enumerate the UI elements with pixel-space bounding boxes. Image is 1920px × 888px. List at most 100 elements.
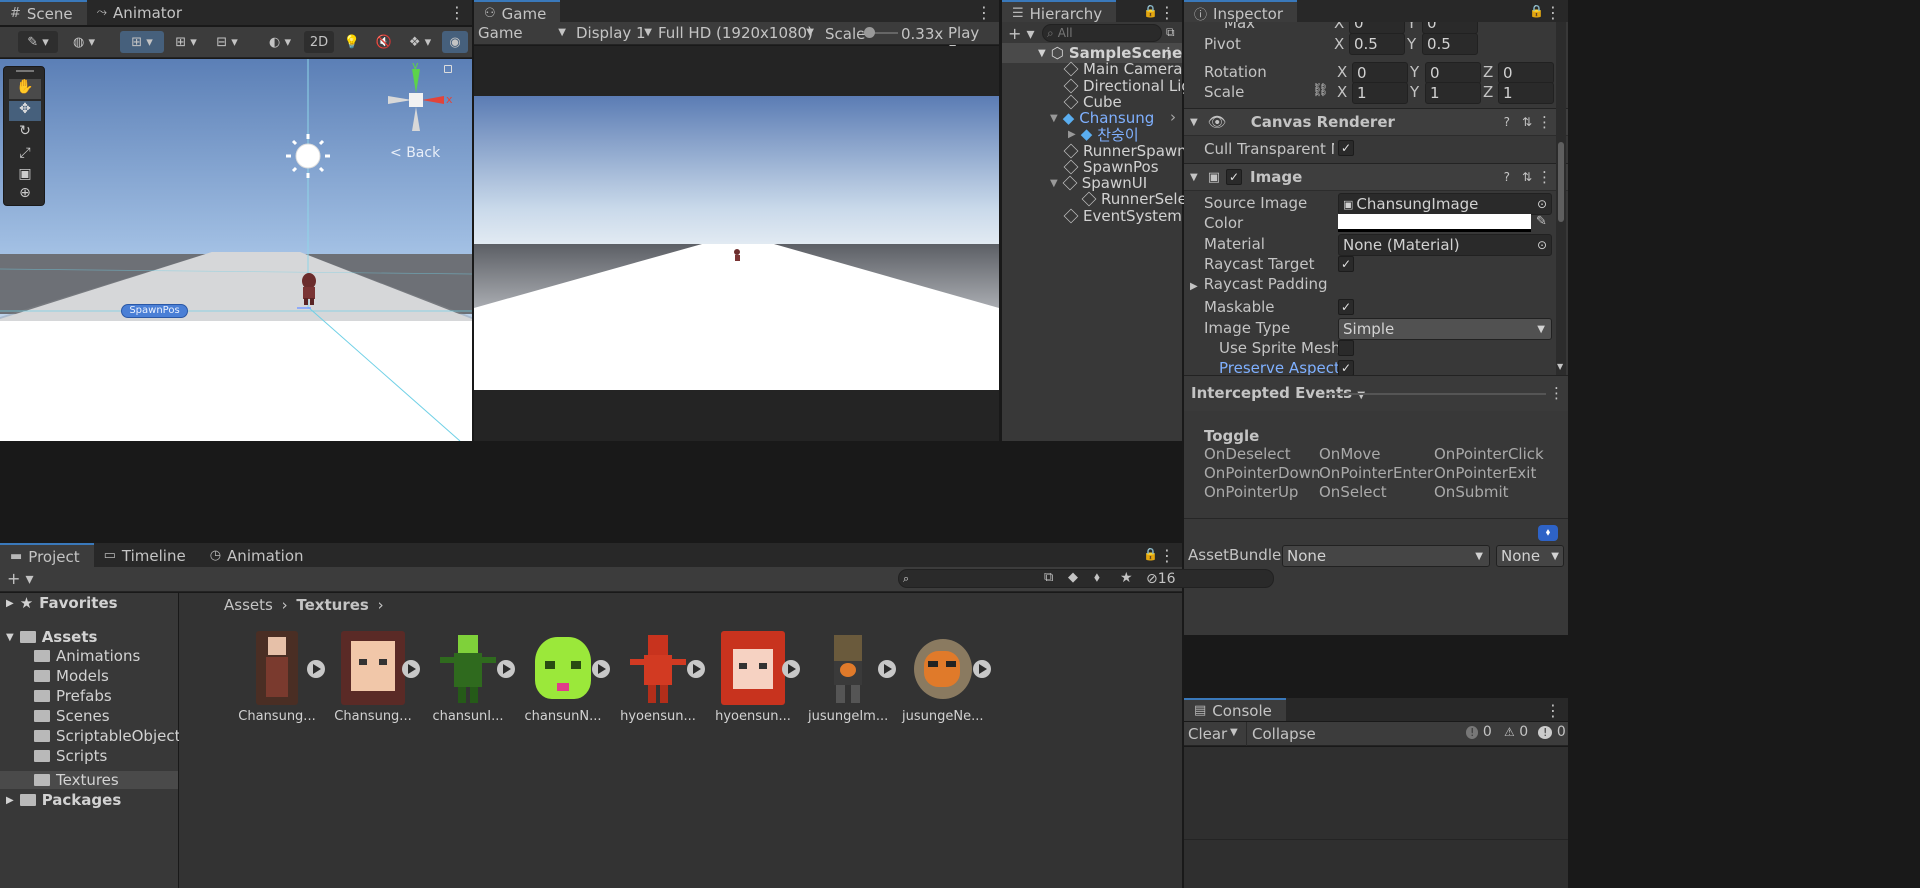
material-field[interactable]: None (Material) ⊙ [1338, 234, 1552, 256]
play-preview-icon[interactable] [973, 660, 991, 678]
toggle-2d-button[interactable]: 2D [304, 31, 334, 53]
maskable-checkbox[interactable]: ✓ [1338, 299, 1354, 315]
help-icon[interactable]: ? [1504, 115, 1510, 129]
scale-slider-handle[interactable] [864, 27, 875, 38]
scale-z-field[interactable]: 1 [1498, 82, 1554, 104]
rotation-y-field[interactable]: 0 [1425, 62, 1481, 84]
image-enabled-checkbox[interactable]: ✓ [1226, 169, 1242, 185]
asset-jusunge-im[interactable]: jusungeIm... [808, 631, 888, 724]
preset-icon[interactable]: ⇅ [1522, 170, 1532, 184]
preserve-aspect-checkbox[interactable]: ✓ [1338, 360, 1354, 375]
effects-toggle-icon[interactable]: ❖ ▾ [402, 31, 438, 53]
assets-item[interactable]: ▼ Assets [6, 627, 97, 647]
preset-icon[interactable]: ⇅ [1522, 115, 1532, 129]
hierarchy-item-eventsystem[interactable]: EventSystem [1063, 206, 1182, 226]
component-menu-icon[interactable]: ⋮ [1537, 113, 1552, 131]
rect-tool-icon[interactable]: ▣ [9, 166, 41, 186]
folder-scenes[interactable]: Scenes [34, 706, 110, 726]
inspector-menu-icon[interactable]: ⋮ [1545, 3, 1561, 22]
component-menu-icon[interactable]: ⋮ [1537, 168, 1552, 186]
scene-back-button[interactable]: < Back [390, 145, 440, 161]
folder-scripts[interactable]: Scripts [34, 746, 107, 766]
console-menu-icon[interactable]: ⋮ [1545, 701, 1561, 720]
canvas-renderer-header[interactable]: ▼ 👁 Canvas Renderer ? ⇅ ⋮ [1184, 108, 1568, 136]
rotation-x-field[interactable]: 0 [1352, 62, 1408, 84]
raycast-padding-foldout[interactable]: ▶ Raycast Padding [1190, 275, 1328, 293]
assetbundle-variant-select[interactable]: None ▼ [1496, 545, 1564, 567]
project-create-button[interactable]: + ▾ [7, 569, 34, 588]
tab-animation[interactable]: ◷ Animation [200, 543, 318, 568]
breadcrumb-textures[interactable]: Textures [296, 596, 368, 614]
asset-chansuni[interactable]: chansunI... [428, 631, 508, 724]
project-menu-icon[interactable]: ⋮ [1159, 546, 1175, 565]
move-tool-icon[interactable]: ✥ [9, 101, 41, 121]
folder-models[interactable]: Models [34, 666, 109, 686]
console-info-toggle[interactable]: ! 0 [1466, 724, 1492, 740]
intercepted-events-header[interactable]: Intercepted Events ▼ ⋮ [1184, 375, 1568, 411]
increment-snap-button[interactable]: ⊟ ▾ [208, 31, 246, 53]
source-image-field[interactable]: ▣ ChansungImage ⊙ [1338, 193, 1552, 215]
scene-menu-icon[interactable]: ⋮ [449, 3, 465, 22]
image-header[interactable]: ▼ ▣ ✓ Image ? ⇅ ⋮ [1184, 163, 1568, 191]
asset-chansung-2[interactable]: Chansung... [333, 631, 413, 724]
folder-animations[interactable]: Animations [34, 646, 140, 666]
clear-options-icon[interactable]: ▼ [1230, 727, 1238, 738]
play-preview-icon[interactable] [307, 660, 325, 678]
scroll-down-arrow-icon[interactable]: ▼ [1557, 362, 1563, 371]
hierarchy-search-input[interactable]: ⌕ All [1042, 24, 1162, 42]
transform-tool-icon[interactable]: ⊕ [9, 185, 41, 205]
tab-animator[interactable]: ⤳ Animator [87, 0, 196, 25]
cull-transparent-checkbox[interactable]: ✓ [1338, 140, 1354, 156]
play-preview-icon[interactable] [497, 660, 515, 678]
tab-project[interactable]: ▬ Project [0, 543, 94, 568]
console-warning-toggle[interactable]: ⚠ 0 [1504, 724, 1528, 740]
game-view-select[interactable]: Game ▼ [478, 24, 566, 42]
hierarchy-lock-icon[interactable]: 🔒 [1143, 4, 1158, 18]
breadcrumb-assets[interactable]: Assets [224, 596, 273, 614]
display-select[interactable]: Display 1 ▼ [576, 24, 652, 42]
hierarchy-menu-icon[interactable]: ⋮ [1159, 3, 1175, 22]
play-preview-icon[interactable] [878, 660, 896, 678]
gizmo-lock-icon[interactable] [444, 65, 452, 73]
asset-hyoensun-1[interactable]: hyoensun... [618, 631, 698, 724]
folder-textures[interactable]: Textures [34, 770, 119, 790]
help-icon[interactable]: ? [1504, 170, 1510, 184]
scrollbar-thumb[interactable] [1558, 142, 1564, 222]
constrain-proportions-icon[interactable]: ⛓ [1312, 83, 1329, 98]
inspector-scrollbar[interactable]: ▼ [1556, 22, 1566, 375]
object-picker-icon[interactable]: ⊙ [1537, 238, 1547, 252]
console-clear-button[interactable]: Clear [1188, 725, 1227, 743]
grid-button[interactable]: ⊞ ▾ [168, 31, 204, 53]
audio-toggle-icon[interactable]: 🔇 [370, 31, 398, 53]
play-preview-icon[interactable] [402, 660, 420, 678]
visibility-toggle-icon[interactable]: ◉ [442, 31, 468, 53]
hierarchy-expand-icon[interactable]: ⧉ [1166, 25, 1175, 40]
console-collapse-button[interactable]: Collapse [1252, 725, 1316, 743]
draw-mode-button[interactable]: ✎ ▾ [18, 31, 58, 53]
play-preview-icon[interactable] [592, 660, 610, 678]
color-swatch[interactable] [1338, 214, 1531, 232]
game-viewport[interactable] [474, 46, 999, 441]
object-picker-icon[interactable]: ⊙ [1537, 197, 1547, 211]
folder-prefabs[interactable]: Prefabs [34, 686, 112, 706]
project-lock-icon[interactable]: 🔒 [1143, 547, 1158, 561]
events-menu-icon[interactable]: ⋮ [1549, 384, 1564, 402]
asset-hyoensun-2[interactable]: hyoensun... [713, 631, 793, 724]
play-preview-icon[interactable] [687, 660, 705, 678]
palette-grip[interactable] [16, 70, 34, 72]
inspector-lock-icon[interactable]: 🔒 [1529, 4, 1544, 18]
scale-y-field[interactable]: 1 [1425, 82, 1481, 104]
tab-scene[interactable]: # Scene [0, 0, 87, 25]
scale-slider[interactable] [862, 27, 898, 38]
tab-timeline[interactable]: ▭ Timeline [94, 543, 200, 568]
packages-item[interactable]: ▶ Packages [6, 790, 121, 810]
pivot-x-field[interactable]: 0.5 [1349, 33, 1405, 55]
image-type-select[interactable]: Simple ▼ [1338, 318, 1552, 340]
shading-mode-button[interactable]: ◐ ▾ [260, 31, 300, 53]
favorites-item[interactable]: ▶ ★ Favorites [6, 593, 118, 613]
grid-snap-button[interactable]: ⊞ ▾ [120, 31, 164, 53]
game-menu-icon[interactable]: ⋮ [976, 3, 992, 22]
console-log-area[interactable] [1184, 747, 1568, 888]
pivot-y-field[interactable]: 0.5 [1422, 33, 1478, 55]
asset-chansunn[interactable]: chansunN... [523, 631, 603, 724]
